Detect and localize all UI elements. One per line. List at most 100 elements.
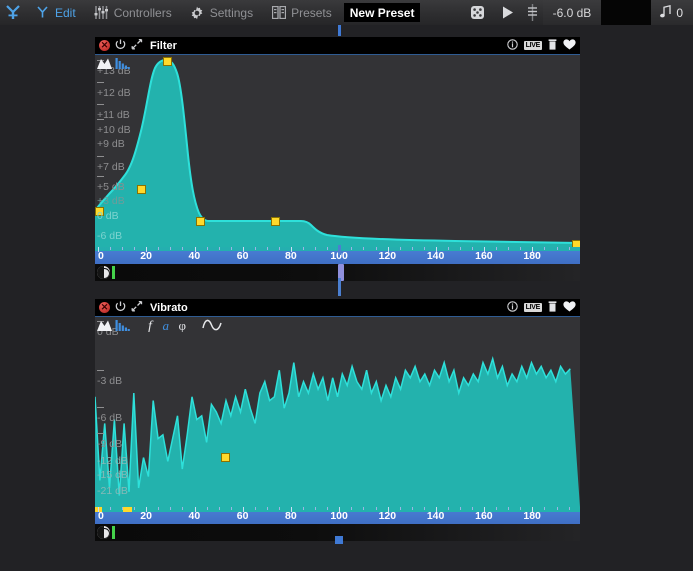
edit-fork-icon (35, 6, 50, 20)
play-button[interactable] (493, 6, 523, 19)
ruler-minor-tick (544, 247, 546, 250)
transport-controls: -6.0 dB 0 (493, 0, 693, 25)
ruler-minor-tick (459, 507, 461, 510)
ruler-minor-tick (375, 507, 377, 510)
ruler-label: 40 (188, 510, 201, 522)
sliders-icon (94, 6, 109, 20)
phase-phi-icon[interactable]: φ (178, 318, 190, 332)
music-note-icon (660, 4, 671, 21)
ruler-minor-tick (423, 507, 425, 510)
timeline-position-tick (338, 25, 341, 36)
randomize-button[interactable] (463, 5, 493, 20)
menu-label-edit: Edit (55, 5, 76, 20)
bar-chart-icon[interactable] (115, 318, 130, 332)
ruler-minor-tick (230, 247, 232, 250)
ruler-minor-tick (230, 507, 232, 510)
ruler-minor-tick (423, 247, 425, 250)
envelope-curve-icon[interactable] (97, 318, 112, 332)
ruler-minor-tick (278, 247, 280, 250)
expand-arrows-icon[interactable] (131, 37, 143, 55)
vibrato-control-point[interactable] (221, 453, 230, 462)
power-icon[interactable] (115, 37, 126, 55)
trash-icon[interactable] (548, 299, 557, 317)
ruler-label: 140 (426, 250, 445, 262)
filter-ytick (97, 176, 104, 177)
filter-control-point[interactable] (572, 240, 580, 247)
ruler-label: 180 (523, 250, 541, 262)
ruler-minor-tick (447, 507, 449, 510)
sine-wave-icon[interactable] (202, 318, 222, 332)
ruler-label: 140 (426, 510, 445, 522)
ruler-minor-tick (459, 247, 461, 250)
synth-logo-icon (6, 5, 20, 19)
vibrato-graph-toolbar: f a φ (95, 317, 580, 333)
vibrato-panel-header: ✕ Vibrato LIVE (95, 299, 580, 317)
close-icon[interactable]: ✕ (99, 40, 110, 51)
filter-control-point[interactable] (196, 217, 205, 226)
ruler-minor-tick (278, 507, 280, 510)
preset-name-field[interactable]: New Preset (343, 3, 421, 22)
live-badge[interactable]: LIVE (523, 303, 542, 312)
vibrato-graph-area[interactable]: f a φ 0 dB -3 dB -6 dB -9 dB -12 dB -15 … (95, 317, 580, 507)
app-logo[interactable] (0, 5, 26, 20)
filter-control-point[interactable] (271, 217, 280, 226)
playhead-line-lower (338, 278, 341, 296)
amplitude-a-icon[interactable]: a (162, 318, 172, 332)
filter-ytick (97, 156, 104, 157)
svg-text:φ: φ (179, 318, 187, 332)
voice-count-display: 0 (651, 0, 693, 25)
ruler-minor-tick (254, 507, 256, 510)
info-icon[interactable] (506, 37, 518, 55)
ruler-minor-tick (266, 507, 268, 510)
ruler-minor-tick (206, 247, 208, 250)
green-start-marker[interactable] (112, 266, 115, 279)
volume-readout[interactable]: -6.0 dB (542, 0, 602, 25)
ruler-minor-tick (363, 247, 365, 250)
filter-control-point[interactable] (137, 185, 146, 194)
ruler-minor-tick (399, 507, 401, 510)
ruler-minor-tick (266, 247, 268, 250)
vibrato-time-ruler[interactable]: 0 20 40 60 80 100 120 140 160 180 (95, 507, 580, 524)
live-badge[interactable]: LIVE (523, 41, 542, 50)
expand-arrows-icon[interactable] (131, 299, 143, 317)
info-icon[interactable] (506, 299, 518, 317)
ruler-label: 60 (236, 510, 249, 522)
phase-knob-icon[interactable] (97, 526, 110, 539)
ruler-minor-tick (182, 507, 184, 510)
filter-graph-area[interactable]: +13 dB +12 dB +11 dB +10 dB +9 dB +7 dB … (95, 55, 580, 247)
ruler-label: 0 (98, 250, 104, 262)
voice-count-value: 0 (676, 5, 683, 20)
menu-item-controllers[interactable]: Controllers (85, 0, 181, 25)
envelope-curve-icon[interactable] (97, 56, 112, 70)
ruler-minor-tick (544, 507, 546, 510)
ruler-minor-tick (134, 247, 136, 250)
ruler-minor-tick (134, 507, 136, 510)
trash-icon[interactable] (548, 37, 557, 55)
phase-knob-icon[interactable] (97, 266, 110, 279)
playhead-marker-bottom[interactable] (335, 536, 343, 544)
gear-icon (190, 6, 205, 20)
filter-panel-header: ✕ Filter LIVE (95, 37, 580, 55)
filter-ytick (97, 82, 104, 83)
ruler-minor-tick (508, 247, 510, 250)
vibrato-ruler-marker[interactable] (123, 507, 132, 512)
ruler-label: 160 (475, 250, 493, 262)
filter-control-point[interactable] (95, 207, 104, 216)
green-start-marker[interactable] (112, 526, 115, 539)
ruler-minor-tick (520, 247, 522, 250)
heart-icon[interactable] (563, 37, 576, 55)
master-fader[interactable] (523, 4, 543, 21)
ruler-minor-tick (303, 507, 305, 510)
menu-item-presets[interactable]: Presets (262, 0, 341, 25)
power-icon[interactable] (115, 299, 126, 317)
ruler-minor-tick (520, 507, 522, 510)
ruler-label: 180 (523, 510, 541, 522)
ruler-minor-tick (122, 247, 124, 250)
menu-item-edit[interactable]: Edit (26, 0, 85, 25)
ruler-minor-tick (375, 247, 377, 250)
close-icon[interactable]: ✕ (99, 302, 110, 313)
heart-icon[interactable] (563, 299, 576, 317)
menu-item-settings[interactable]: Settings (181, 0, 262, 25)
bar-chart-icon[interactable] (115, 56, 130, 70)
frequency-f-icon[interactable]: f (146, 318, 156, 332)
